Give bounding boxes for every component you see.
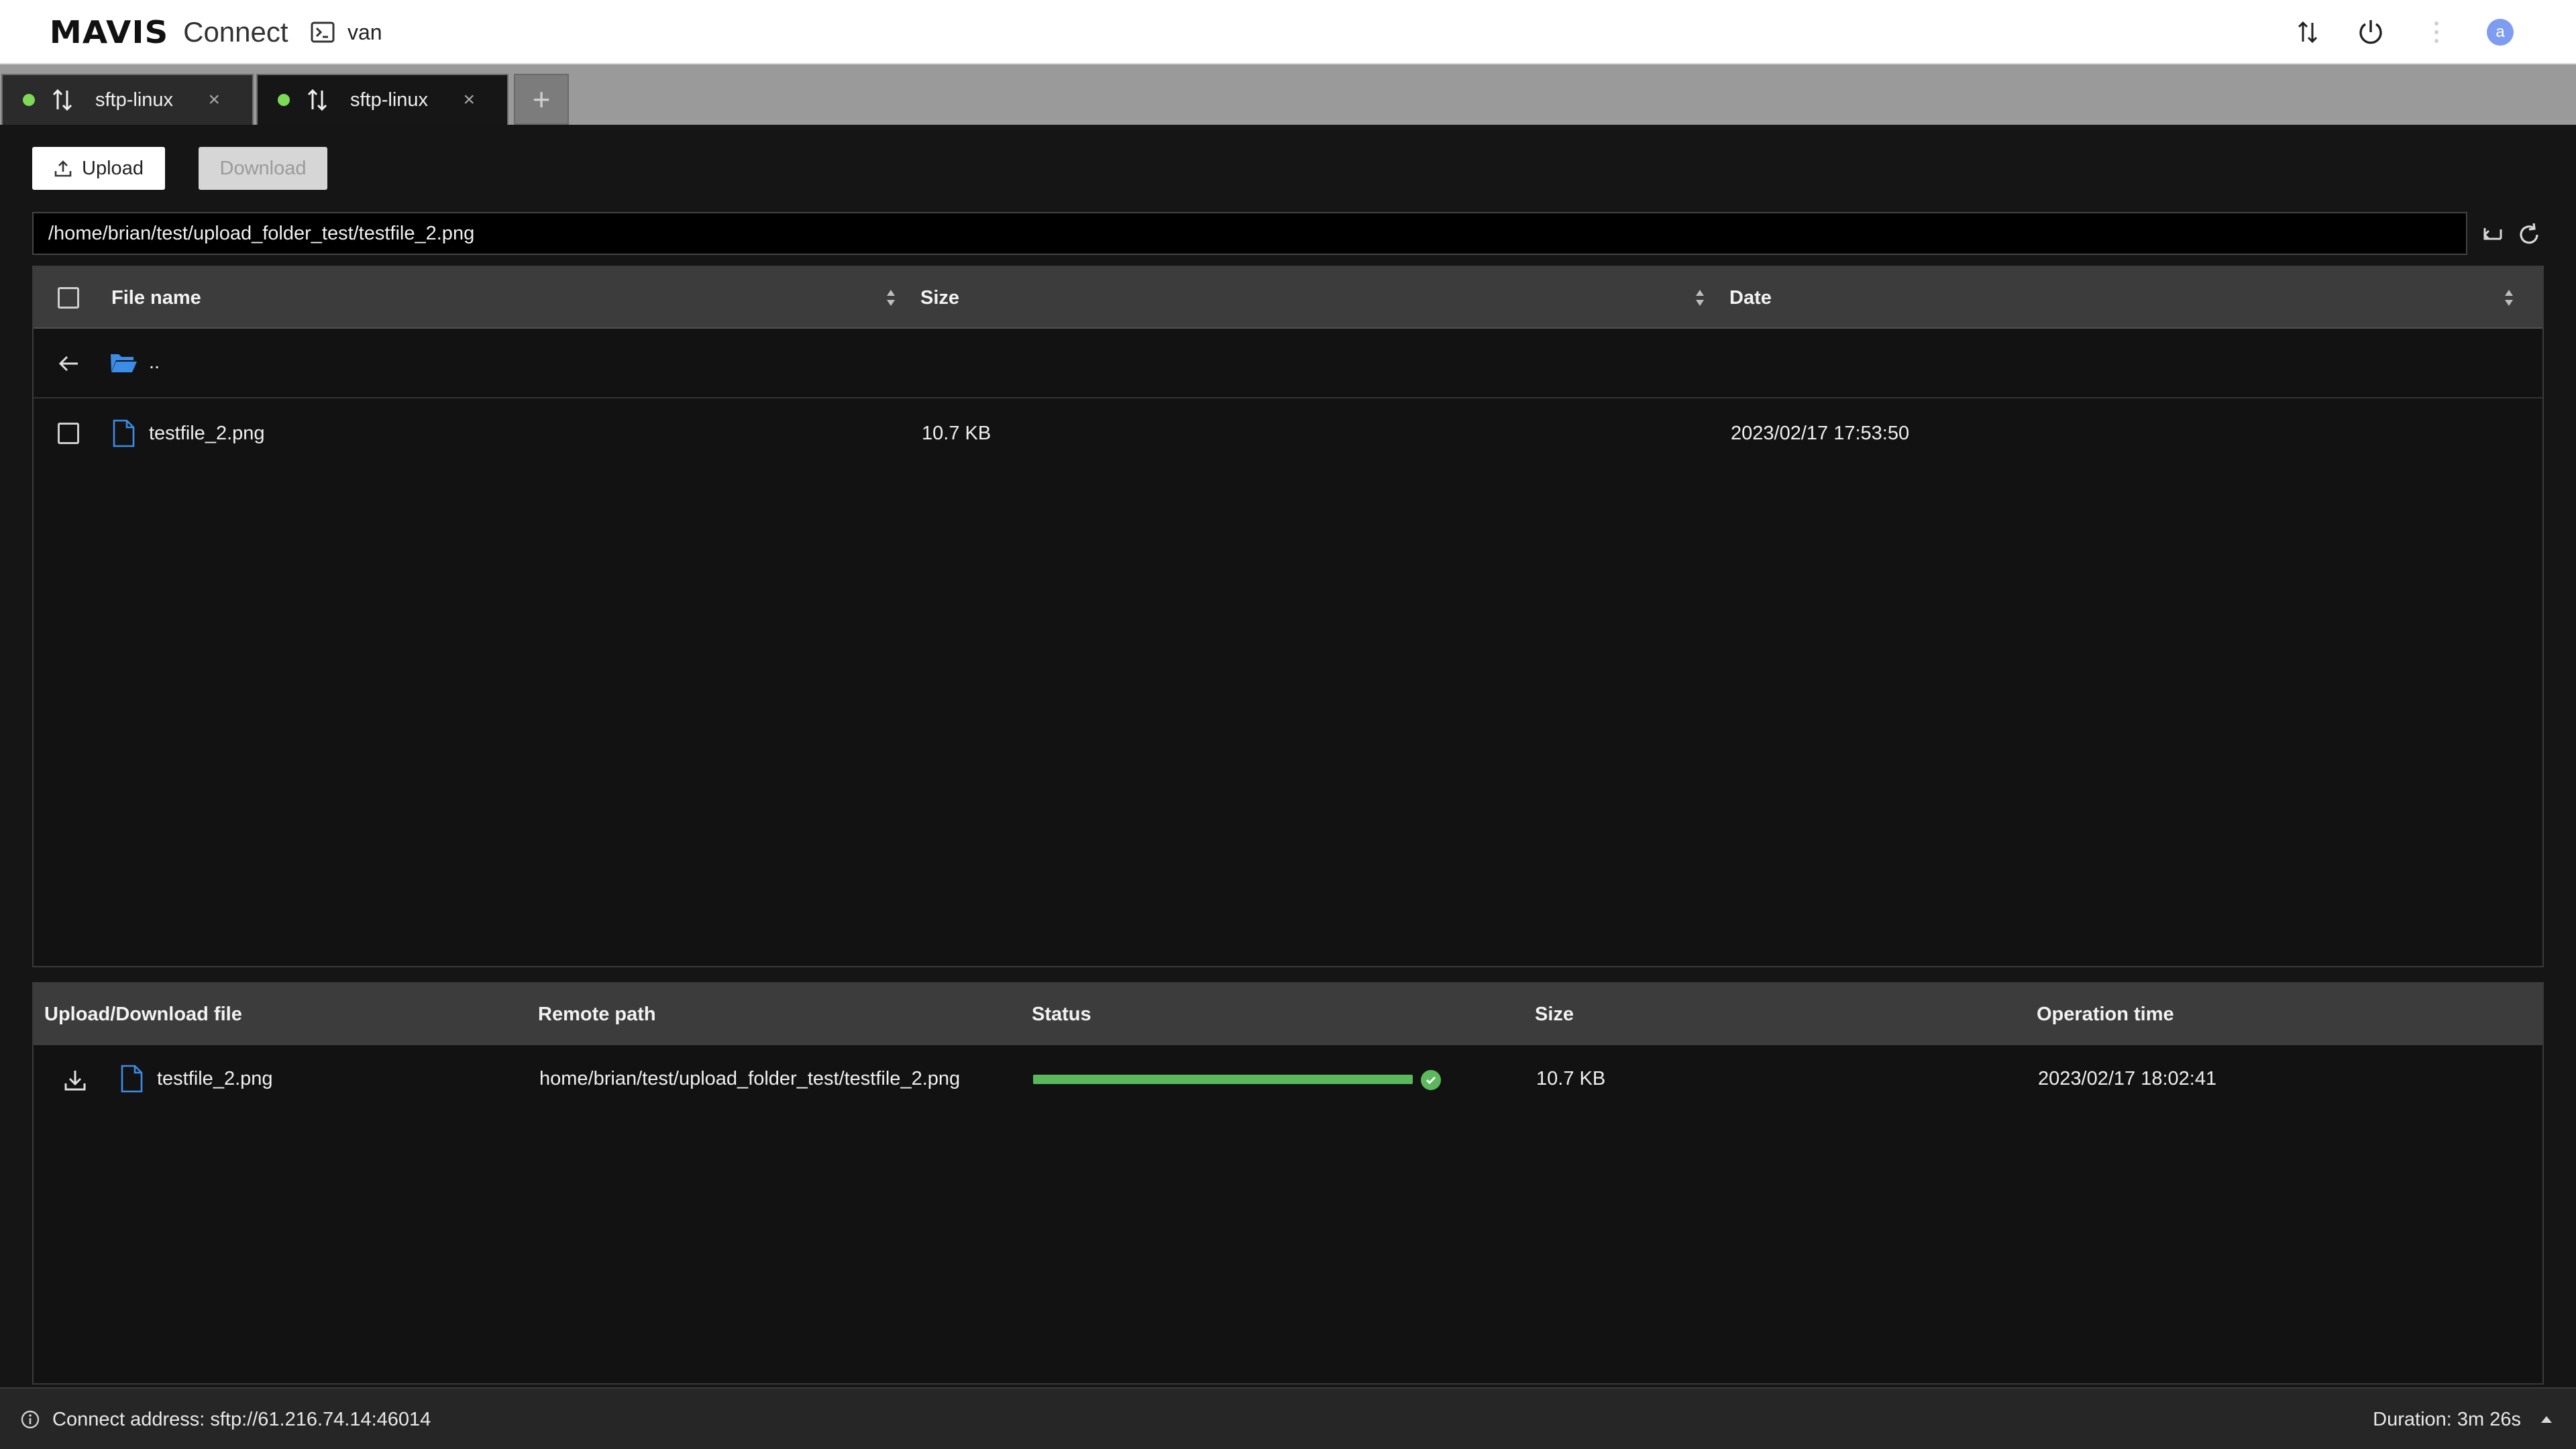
info-icon	[20, 1409, 52, 1430]
upload-button-label: Upload	[82, 157, 144, 179]
status-bar: Connect address: sftp://61.216.74.14:460…	[0, 1387, 2576, 1449]
file-size: 10.7 KB	[922, 422, 991, 444]
sort-icon[interactable]	[884, 287, 898, 309]
brand-name: MAVIS	[49, 14, 169, 50]
refresh-icon[interactable]	[2516, 221, 2542, 248]
transfer-operation-time: 2023/02/17 18:02:41	[2038, 1067, 2217, 1089]
transfer-queue-table: Upload/Download file Remote path Status …	[32, 982, 2544, 1385]
header-size[interactable]: Size	[920, 267, 959, 329]
session-tab-bar: sftp-linux × sftp-linux × +	[0, 64, 2576, 125]
transfer-arrows-icon	[50, 87, 75, 113]
transfer-progress-bar	[1033, 1075, 1413, 1084]
header-transfer-size: Size	[1535, 1003, 1574, 1025]
file-row[interactable]: testfile_2.png 10.7 KB 2023/02/17 17:53:…	[34, 400, 2542, 467]
header-file-name[interactable]: File name	[111, 267, 201, 329]
add-tab-button[interactable]: +	[514, 74, 569, 125]
transfer-row: testfile_2.png home/brian/test/upload_fo…	[34, 1045, 2542, 1115]
connect-address-text: Connect address: sftp://61.216.74.14:460…	[52, 1408, 431, 1430]
caret-up-icon[interactable]	[2540, 1414, 2553, 1425]
session-duration[interactable]: Duration: 3m 26s	[2373, 1389, 2553, 1449]
parent-directory-label: ..	[149, 351, 160, 373]
connection-status-dot	[278, 94, 290, 106]
file-date: 2023/02/17 17:53:50	[1731, 422, 1910, 444]
tab-label: sftp-linux	[350, 89, 429, 111]
file-icon	[111, 419, 136, 448]
header-upload-download-file: Upload/Download file	[44, 1003, 242, 1025]
user-avatar[interactable]: a	[2487, 19, 2514, 46]
upload-button[interactable]: Upload	[32, 147, 165, 190]
tab-sftp-linux-1[interactable]: sftp-linux ×	[1, 74, 254, 125]
transfer-arrows-icon[interactable]	[2293, 17, 2322, 47]
close-icon[interactable]: ×	[208, 89, 220, 111]
more-vertical-icon[interactable]	[2422, 17, 2451, 47]
close-icon[interactable]: ×	[463, 89, 475, 111]
folder-open-icon	[109, 349, 138, 376]
download-button[interactable]: Download	[199, 147, 327, 190]
transfer-size: 10.7 KB	[1536, 1067, 1606, 1089]
sort-icon[interactable]	[2502, 287, 2516, 309]
transfer-remote-path: home/brian/test/upload_folder_test/testf…	[539, 1067, 961, 1089]
tab-label: sftp-linux	[95, 89, 174, 111]
sort-icon[interactable]	[1693, 287, 1707, 309]
transfer-file-name: testfile_2.png	[157, 1067, 273, 1089]
transfer-table-header: Upload/Download file Remote path Status …	[34, 983, 2542, 1045]
header-operation-time: Operation time	[2037, 1003, 2174, 1025]
header-status: Status	[1032, 1003, 1091, 1025]
header-remote-path: Remote path	[538, 1003, 656, 1025]
select-all-checkbox[interactable]	[58, 287, 79, 309]
parent-directory-row[interactable]: ..	[34, 329, 2542, 398]
check-circle-icon	[1421, 1070, 1441, 1090]
session-selector[interactable]: van	[310, 17, 382, 47]
remote-path-input[interactable]	[32, 212, 2467, 255]
power-icon[interactable]	[2356, 17, 2385, 47]
session-label: van	[347, 19, 382, 44]
app-logo: MAVIS Connect	[49, 14, 288, 50]
app-header: MAVIS Connect van a	[0, 0, 2576, 64]
tab-sftp-linux-2[interactable]: sftp-linux ×	[256, 74, 508, 125]
file-icon	[119, 1064, 144, 1093]
header-date[interactable]: Date	[1729, 267, 1772, 329]
row-checkbox[interactable]	[58, 423, 79, 444]
go-up-directory-icon[interactable]	[2479, 221, 2506, 248]
terminal-icon	[310, 19, 335, 45]
connection-status-dot	[23, 94, 35, 106]
download-icon	[62, 1067, 89, 1093]
back-arrow-icon[interactable]	[55, 350, 82, 377]
connect-address: Connect address: sftp://61.216.74.14:460…	[20, 1389, 431, 1449]
file-browser-table: File name Size Date .. testfile_2.png 10…	[32, 266, 2544, 967]
product-name: Connect	[183, 16, 288, 48]
transfer-progress-fill	[1033, 1075, 1413, 1084]
transfer-arrows-icon	[305, 87, 330, 113]
upload-icon	[54, 159, 82, 178]
file-name: testfile_2.png	[149, 422, 265, 444]
duration-text: Duration: 3m 26s	[2373, 1408, 2521, 1430]
file-table-header: File name Size Date	[34, 267, 2542, 329]
